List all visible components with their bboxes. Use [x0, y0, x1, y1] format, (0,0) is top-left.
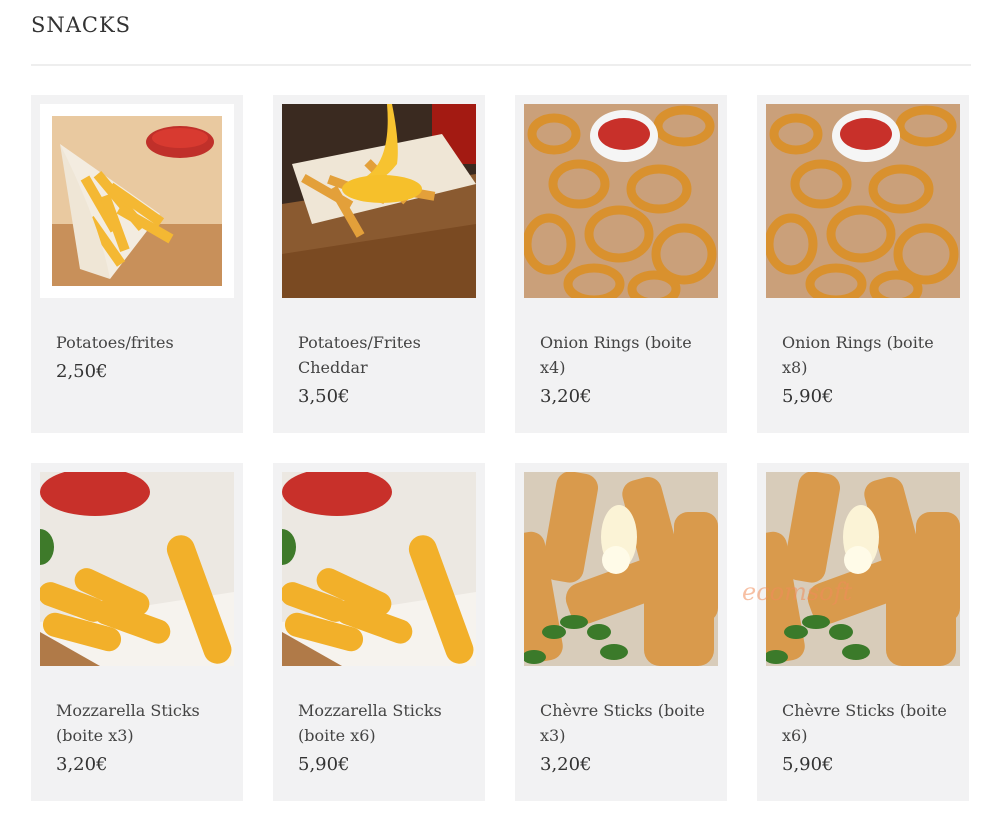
- product-image[interactable]: [524, 104, 718, 298]
- product-image[interactable]: [40, 472, 234, 666]
- product-price: 2,50€: [56, 361, 108, 382]
- product-image[interactable]: [282, 104, 476, 298]
- product-image[interactable]: [766, 472, 960, 666]
- product-image[interactable]: [766, 104, 960, 298]
- product-price: 3,20€: [540, 754, 592, 775]
- product-card[interactable]: Chèvre Sticks (boite x3) 3,20€: [515, 463, 727, 801]
- product-image[interactable]: [524, 472, 718, 666]
- product-card[interactable]: Chèvre Sticks (boite x6) 5,90€: [757, 463, 969, 801]
- product-price: 5,90€: [782, 754, 834, 775]
- product-price: 3,20€: [56, 754, 108, 775]
- product-price: 5,90€: [782, 386, 834, 407]
- product-name[interactable]: Mozzarella Sticks (boite x6): [298, 698, 478, 748]
- product-card[interactable]: Potatoes/Frites Cheddar 3,50€: [273, 95, 485, 433]
- product-name[interactable]: Onion Rings (boite x8): [782, 330, 962, 380]
- product-name[interactable]: Potatoes/frites: [56, 330, 236, 355]
- product-image[interactable]: [40, 104, 234, 298]
- section-title: SNACKS: [31, 13, 132, 37]
- product-price: 5,90€: [298, 754, 350, 775]
- product-card[interactable]: Mozzarella Sticks (boite x3) 3,20€: [31, 463, 243, 801]
- product-price: 3,50€: [298, 386, 350, 407]
- title-divider: [31, 64, 971, 66]
- product-name[interactable]: Onion Rings (boite x4): [540, 330, 720, 380]
- product-name[interactable]: Chèvre Sticks (boite x3): [540, 698, 720, 748]
- product-grid: Potatoes/frites 2,50€ Potatoes/Frites Ch…: [31, 95, 971, 801]
- product-card[interactable]: Mozzarella Sticks (boite x6) 5,90€: [273, 463, 485, 801]
- product-card[interactable]: Potatoes/frites 2,50€: [31, 95, 243, 433]
- product-name[interactable]: Mozzarella Sticks (boite x3): [56, 698, 236, 748]
- product-name[interactable]: Chèvre Sticks (boite x6): [782, 698, 962, 748]
- product-card[interactable]: Onion Rings (boite x4) 3,20€: [515, 95, 727, 433]
- product-image[interactable]: [282, 472, 476, 666]
- product-card[interactable]: Onion Rings (boite x8) 5,90€: [757, 95, 969, 433]
- product-price: 3,20€: [540, 386, 592, 407]
- product-name[interactable]: Potatoes/Frites Cheddar: [298, 330, 478, 380]
